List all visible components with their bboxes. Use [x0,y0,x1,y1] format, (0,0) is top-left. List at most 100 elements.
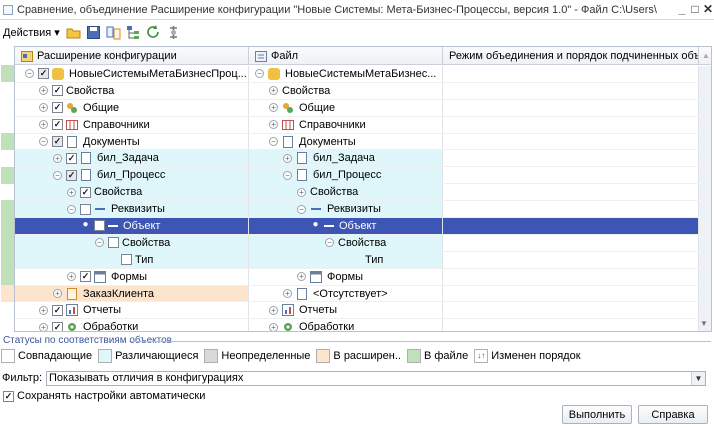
scrollbar-top[interactable]: ▲ [699,47,711,65]
actions-menu[interactable]: Действия ▾ [3,26,60,39]
comparison-tree[interactable]: Расширение конфигурации Файл Режим объед… [14,46,712,332]
tree-row[interactable]: + ✓ Общие + Общие [15,99,711,117]
collapse-icon[interactable]: − [95,238,104,248]
configuration-icon [52,67,64,80]
save-icon[interactable] [86,25,101,40]
expand-icon[interactable]: + [39,86,48,96]
open-folder-icon[interactable] [66,25,81,40]
tree-row[interactable]: + ЗаказКлиента + <Отсутствует> [15,285,711,303]
checkbox[interactable]: ✓ [66,169,77,181]
tree-row-selected[interactable]: ● Объект ● Объект [15,218,711,235]
expand-icon[interactable]: + [269,305,278,315]
expand-icon[interactable]: + [39,305,48,315]
minimize-button[interactable]: _ [675,2,689,16]
tree-row[interactable]: + ✓ Формы + Формы [15,268,711,286]
expand-icon[interactable]: + [53,153,62,163]
tree-row[interactable]: + ✓ Обработки + Обработки [15,319,711,331]
expand-icon[interactable]: + [269,103,278,113]
expand-icon[interactable]: + [39,120,48,130]
run-button[interactable]: Выполнить [562,405,632,424]
checkbox[interactable] [121,254,132,266]
tree-row[interactable]: − ✓ бил_Процесс − бил_Процесс [15,167,711,185]
expand-icon[interactable]: + [297,272,306,282]
document-icon [66,287,78,300]
report-icon [282,304,294,317]
expand-icon[interactable]: + [269,86,278,96]
autosave-checkbox[interactable]: ✓ [3,390,14,402]
checkbox[interactable]: ✓ [66,152,77,164]
collapse-icon[interactable]: − [297,204,306,214]
form-icon [310,270,322,283]
checkbox[interactable] [94,220,105,232]
common-objects-icon [282,102,294,114]
checkbox[interactable]: ✓ [52,304,63,316]
tree-row[interactable]: − ✓ НовыеСистемыМетаБизнесПроц... − Новы… [15,66,711,83]
extension-config-icon [21,50,33,62]
tree-row[interactable]: Тип Тип [15,251,711,269]
tree-row[interactable]: + ✓ Свойства + Свойства [15,82,711,100]
compare-icon[interactable] [106,25,121,40]
legend-swatch-in-file [406,349,421,363]
dropdown-arrow-icon[interactable]: ▼ [691,371,706,385]
maximize-button[interactable]: □ [688,2,702,16]
expand-icon[interactable]: + [39,322,48,331]
tree-row[interactable]: − Свойства − Свойства [15,234,711,252]
filter-select[interactable]: Показывать отличия в конфигурациях ▼ [46,370,707,386]
expand-icon[interactable]: + [297,187,306,197]
tree-row[interactable]: + ✓ Свойства + Свойства [15,184,711,202]
checkbox[interactable]: ✓ [52,102,63,114]
expand-icon[interactable]: + [269,322,278,331]
attributes-icon [94,203,106,215]
scroll-up-arrow-icon[interactable]: ▲ [699,47,711,65]
autosave-option[interactable]: ✓ Сохранять настройки автоматически [3,390,205,402]
document-icon [296,152,308,165]
expand-icon[interactable]: + [283,153,292,163]
collapse-icon[interactable]: − [67,204,76,214]
settings-icon[interactable] [166,25,181,40]
close-button[interactable]: ✕ [701,2,714,16]
checkbox[interactable]: ✓ [38,68,49,80]
checkbox[interactable] [108,237,119,249]
collapse-icon[interactable]: − [255,69,264,79]
collapse-icon[interactable]: − [39,137,48,146]
collapse-icon[interactable]: − [325,238,334,248]
tree-row[interactable]: + ✓ Отчеты + Отчеты [15,302,711,320]
checkbox[interactable]: ✓ [52,136,63,147]
document-icon [296,287,308,300]
checkbox[interactable]: ✓ [52,119,63,131]
expand-icon[interactable]: + [283,289,292,299]
help-button[interactable]: Справка [638,405,708,424]
scroll-down-arrow-icon[interactable]: ▼ [697,317,711,331]
collapse-icon[interactable]: − [53,170,62,180]
checkbox[interactable]: ✓ [52,85,63,97]
tree-row[interactable]: + ✓ Справочники + Справочники [15,116,711,134]
column-header-file[interactable]: Файл [249,47,443,65]
legend-swatch-differing [98,349,113,363]
checkbox[interactable]: ✓ [52,321,63,331]
tree-row[interactable]: − Реквизиты − Реквизиты [15,201,711,219]
column-header-merge-mode[interactable]: Режим объединения и порядок подчиненных … [443,47,699,65]
expand-icon[interactable]: + [67,272,76,282]
tree-row[interactable]: + ✓ бил_Задача + бил_Задача [15,150,711,168]
node-bullet-icon: ● [82,219,89,231]
checkbox[interactable]: ✓ [80,186,91,198]
file-icon [255,50,267,62]
expand-icon[interactable]: + [53,289,62,299]
collapse-icon[interactable]: − [269,137,278,146]
title-bar: Сравнение, объединение Расширение конфиг… [0,0,714,20]
status-legend: Статусы по соответствиям объектов Совпад… [1,335,713,367]
column-header-extension[interactable]: Расширение конфигурации [15,47,249,65]
legend-swatch-undefined [204,349,219,363]
expand-icon[interactable]: + [269,120,278,130]
checkbox[interactable]: ✓ [80,271,91,283]
refresh-icon[interactable] [146,24,161,40]
collapse-icon[interactable]: − [25,69,34,79]
attribute-icon [324,224,334,227]
checkbox[interactable] [80,203,91,215]
tree-icon[interactable] [126,25,141,40]
tree-row[interactable]: − ✓ Документы − Документы [15,133,711,151]
expand-icon[interactable]: + [67,187,76,197]
collapse-icon[interactable]: − [283,170,292,180]
common-objects-icon [66,102,78,114]
expand-icon[interactable]: + [39,103,48,113]
